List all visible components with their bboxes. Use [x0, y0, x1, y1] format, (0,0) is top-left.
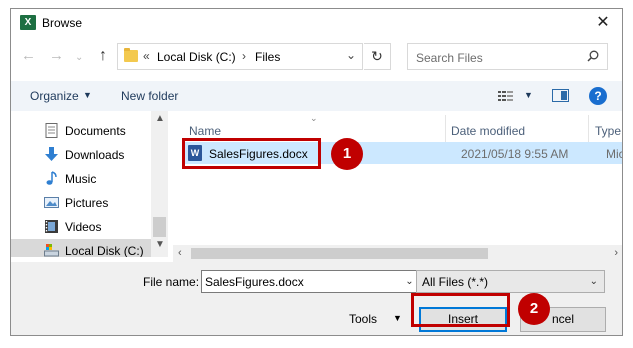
search-icon [587, 50, 599, 62]
file-type-filter-value: All Files (*.*) [422, 275, 489, 289]
sidebar-item-videos[interactable]: Videos [11, 215, 151, 239]
sort-indicator-icon: ⌄ [310, 113, 318, 123]
column-divider[interactable] [445, 115, 446, 145]
refresh-button[interactable]: ↻ [364, 43, 391, 70]
highlight-box-file [182, 138, 321, 169]
new-folder-button[interactable]: New folder [121, 89, 178, 103]
scroll-up-icon[interactable]: ▲ [155, 113, 165, 124]
chevron-down-icon[interactable]: ⌄ [346, 48, 356, 62]
column-header-date-modified[interactable]: Date modified [451, 124, 525, 138]
sidebar-item-label: Pictures [65, 196, 109, 210]
organize-button[interactable]: Organize [30, 89, 79, 103]
search-input[interactable]: Search Files [407, 43, 608, 70]
preview-pane-icon[interactable] [552, 89, 569, 102]
videos-icon [45, 220, 58, 233]
tools-button[interactable]: Tools [349, 312, 377, 326]
scrollbar-thumb[interactable] [191, 248, 488, 259]
back-arrow-icon[interactable]: ← [21, 48, 36, 63]
view-options-icon[interactable] [498, 91, 513, 101]
view-caret-icon[interactable]: ▼ [524, 90, 533, 100]
highlight-box-insert [411, 293, 510, 327]
downloads-icon [45, 147, 58, 161]
folder-icon [124, 48, 138, 62]
breadcrumb-overflow-icon[interactable]: « [143, 49, 150, 63]
column-divider[interactable] [588, 115, 589, 145]
sidebar-item-label: Downloads [65, 148, 125, 162]
caret-down-icon[interactable]: ▼ [393, 313, 402, 323]
music-icon [46, 171, 57, 185]
sidebar-item-downloads[interactable]: Downloads [11, 143, 151, 167]
step-badge-1: 1 [331, 138, 363, 170]
breadcrumb-separator-icon: › [242, 49, 246, 63]
documents-icon [45, 123, 58, 138]
browse-dialog: X Browse ✕ ← → ⌄ ↑ « Local Disk (C:) › F… [10, 8, 623, 336]
forward-arrow-icon[interactable]: → [49, 48, 64, 63]
close-button[interactable]: ✕ [592, 13, 614, 33]
up-arrow-icon[interactable]: ↑ [99, 47, 107, 65]
sidebar-item-label: Documents [65, 124, 126, 138]
scroll-right-icon[interactable]: › [614, 247, 618, 259]
file-type-filter[interactable]: All Files (*.*) ⌄ [416, 270, 605, 293]
sidebar-item-local-disk[interactable]: Local Disk (C:) [11, 239, 151, 257]
file-name-dropdown-icon[interactable]: ⌄ [403, 270, 417, 293]
excel-icon: X [20, 15, 36, 30]
file-list: ⌄ Name Date modified Type W SalesFigures… [173, 111, 622, 257]
scrollbar-thumb[interactable] [153, 217, 166, 237]
help-icon[interactable]: ? [589, 87, 607, 105]
chevron-down-icon[interactable]: ⌄ [590, 276, 598, 287]
recent-locations-chevron-icon[interactable]: ⌄ [75, 51, 83, 65]
column-header-type[interactable]: Type [595, 124, 621, 138]
drive-icon [44, 244, 59, 257]
title-bar: X Browse ✕ [11, 9, 622, 37]
sidebar-item-pictures[interactable]: Pictures [11, 191, 151, 215]
navigation-pane: Documents Downloads Music Pictures Video… [11, 111, 168, 257]
window-title: Browse [42, 16, 83, 30]
horizontal-scrollbar[interactable]: ‹ › [173, 245, 622, 262]
caret-down-icon[interactable]: ▼ [83, 90, 92, 100]
file-name-input[interactable] [201, 270, 404, 293]
sidebar-item-label: Music [65, 172, 97, 186]
search-placeholder: Search Files [416, 51, 483, 65]
sidebar-item-label: Local Disk (C:) [65, 244, 144, 257]
file-date-modified: 2021/05/18 9:55 AM [461, 147, 569, 161]
file-name-label: File name: [143, 275, 200, 289]
address-bar[interactable]: « Local Disk (C:) › Files ⌄ [117, 43, 363, 70]
step-badge-2: 2 [518, 293, 550, 325]
pictures-icon [44, 197, 59, 208]
breadcrumb-local-disk[interactable]: Local Disk (C:) [157, 50, 236, 64]
breadcrumb-files[interactable]: Files [255, 50, 280, 64]
file-type: Micro [606, 147, 622, 161]
sidebar-item-documents[interactable]: Documents [11, 119, 151, 143]
column-header-name[interactable]: Name [189, 124, 221, 138]
navigation-scrollbar[interactable]: ▲ ▼ [151, 111, 168, 257]
scroll-down-icon[interactable]: ▼ [155, 239, 165, 250]
sidebar-item-music[interactable]: Music [11, 167, 151, 191]
scroll-left-icon[interactable]: ‹ [178, 247, 182, 259]
command-bar: Organize ▼ New folder ▼ ? [11, 81, 622, 111]
sidebar-item-label: Videos [65, 220, 102, 234]
